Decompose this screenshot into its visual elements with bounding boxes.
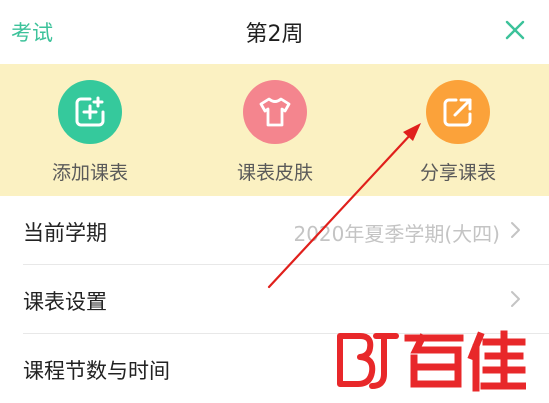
class-periods-label: 课程节数与时间 xyxy=(23,359,170,383)
add-schedule-icon xyxy=(58,80,122,144)
bj-logo-icon xyxy=(337,330,526,392)
top-bar: 考试 第2周 xyxy=(0,0,549,64)
add-schedule-label: 添加课表 xyxy=(51,162,128,184)
add-schedule-button[interactable]: 添加课表 xyxy=(30,80,150,185)
schedule-skin-button[interactable]: 课表皮肤 xyxy=(215,80,335,185)
close-icon[interactable] xyxy=(501,16,529,44)
action-banner: 添加课表 课表皮肤 分享课表 xyxy=(0,64,549,196)
schedule-settings-label: 课表设置 xyxy=(23,290,107,314)
current-term-value: 2020年夏季学期(大四) xyxy=(293,222,500,246)
chevron-right-icon xyxy=(511,222,520,238)
share-schedule-label: 分享课表 xyxy=(419,162,496,184)
page-title: 第2周 xyxy=(245,22,304,47)
list-item-current-term[interactable]: 当前学期 2020年夏季学期(大四) xyxy=(23,196,549,265)
share-icon xyxy=(426,80,490,144)
current-term-label: 当前学期 xyxy=(23,221,107,245)
share-schedule-button[interactable]: 分享课表 xyxy=(398,80,518,185)
chevron-right-icon xyxy=(511,291,520,307)
schedule-skin-label: 课表皮肤 xyxy=(236,162,313,184)
tshirt-icon xyxy=(243,80,307,144)
list-item-schedule-settings[interactable]: 课表设置 xyxy=(23,265,549,334)
